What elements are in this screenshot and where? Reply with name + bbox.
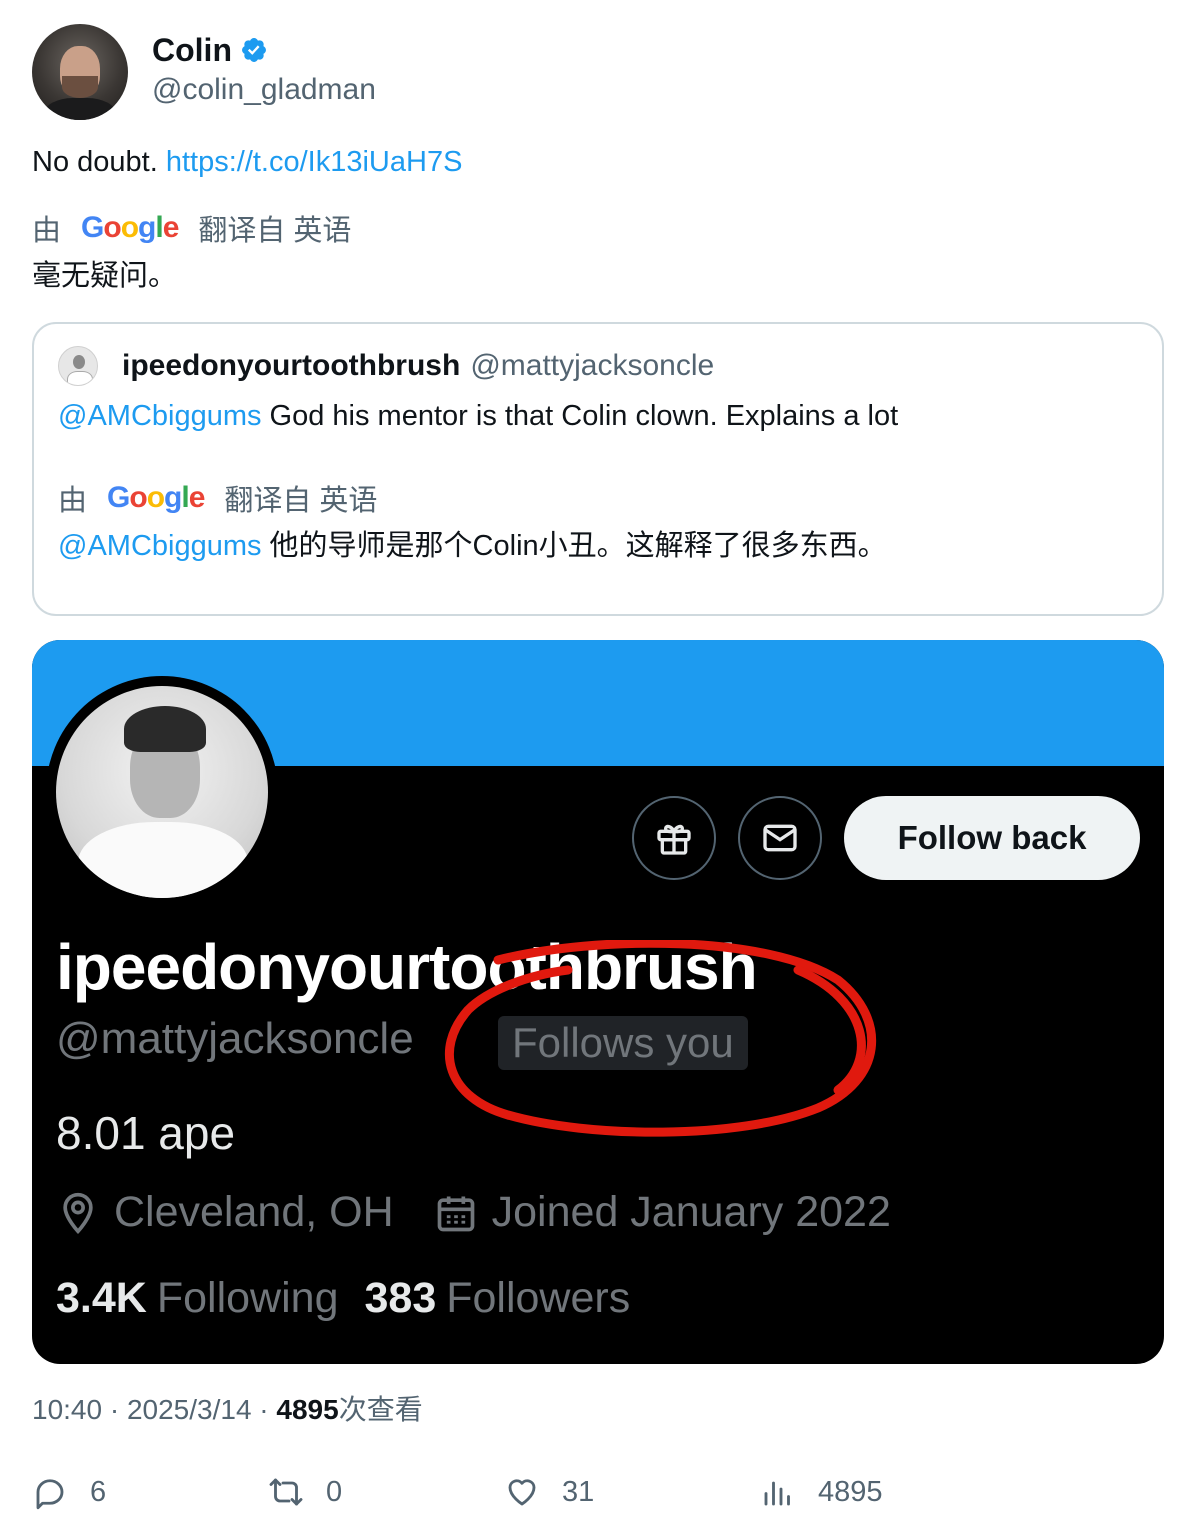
- profile-name: ipeedonyourtoothbrush: [56, 931, 758, 1003]
- location-pin-icon: [63, 1192, 93, 1234]
- bar-chart-icon: [764, 1481, 790, 1506]
- gift-button: [632, 796, 716, 880]
- profile-stats: 3.4K Following 383 Followers: [56, 1274, 656, 1323]
- profile-handle: @mattyjacksoncle: [56, 1014, 414, 1063]
- profile-location: Cleveland, OH: [56, 1188, 394, 1237]
- joined-text: Joined January 2022: [491, 1188, 891, 1236]
- like-button[interactable]: 31: [504, 1474, 594, 1510]
- attached-image[interactable]: Follow back ipeedonyourtoothbrush @matty…: [32, 640, 1164, 1364]
- view-count: 4895: [276, 1394, 339, 1425]
- calendar-icon: [437, 1196, 474, 1231]
- tweet-timestamp: 10:40 · 2025/3/14 · 4895次查看: [32, 1388, 423, 1428]
- profile-avatar: [56, 686, 268, 898]
- quoted-tweet-translation: @AMCbiggums 他的导师是那个Colin小丑。这解释了很多东西。: [58, 526, 887, 566]
- view-label: 次查看: [338, 1394, 423, 1425]
- tweet-text: No doubt. https://t.co/Ik13iUaH7S: [32, 142, 462, 182]
- views-button[interactable]: 4895: [760, 1474, 883, 1510]
- quoted-translation-body: 他的导师是那个Colin小丑。这解释了很多东西。: [261, 530, 887, 562]
- reply-count: 6: [90, 1475, 107, 1508]
- envelope-icon: [763, 824, 797, 852]
- translate-from-label: 翻译自 英语: [198, 215, 352, 247]
- author-name-block: Colin @colin_gladman: [152, 32, 376, 112]
- tweet-time[interactable]: 10:40 · 2025/3/14 ·: [32, 1394, 276, 1425]
- google-logo: Google: [107, 481, 205, 514]
- retweet-count: 0: [326, 1475, 343, 1508]
- following-stat: 3.4K Following: [56, 1274, 339, 1322]
- quoted-tweet[interactable]: ipeedonyourtoothbrush @mattyjacksoncle @…: [32, 322, 1164, 616]
- google-logo: Google: [81, 211, 179, 244]
- followers-stat: 383 Followers: [364, 1274, 631, 1322]
- tweet-translation: 毫无疑问。: [32, 260, 178, 292]
- translation-attribution: 由 Google 翻译自 英语: [32, 208, 351, 248]
- action-bar: 6 0 31 4895: [32, 1474, 1132, 1518]
- translate-by-label: 由: [32, 215, 62, 247]
- heart-icon: [508, 1479, 536, 1506]
- author-handle[interactable]: @colin_gladman: [152, 68, 376, 112]
- like-count: 31: [562, 1475, 595, 1508]
- retweet-icon: [269, 1478, 303, 1506]
- quoted-text-body: God his mentor is that Colin clown. Expl…: [261, 400, 899, 432]
- location-text: Cleveland, OH: [114, 1188, 394, 1236]
- quoted-tweet-text: @AMCbiggums God his mentor is that Colin…: [58, 396, 898, 436]
- profile-meta: Cleveland, OH Joined January 2022: [56, 1188, 931, 1237]
- quoted-translation-mention-link[interactable]: @AMCbiggums: [58, 530, 262, 562]
- message-button: [738, 796, 822, 880]
- quoted-translation-attribution: 由 Google 翻译自 英语: [58, 478, 377, 518]
- verified-badge-icon: [242, 38, 266, 62]
- quoted-translate-by-label: 由: [58, 485, 88, 517]
- quoted-author-avatar: [58, 346, 98, 386]
- follow-back-button: Follow back: [844, 796, 1140, 880]
- views-count: 4895: [818, 1475, 883, 1508]
- reply-icon: [36, 1479, 64, 1510]
- quoted-translate-from-label: 翻译自 英语: [224, 485, 378, 517]
- quoted-mention-link[interactable]: @AMCbiggums: [58, 400, 262, 432]
- retweet-button[interactable]: 0: [268, 1474, 342, 1510]
- reply-button[interactable]: 6: [32, 1474, 106, 1510]
- tweet-text-body: No doubt.: [32, 146, 166, 178]
- profile-bio: 8.01 ape: [56, 1107, 236, 1159]
- gift-icon: [657, 824, 691, 855]
- author-avatar[interactable]: [32, 24, 128, 120]
- profile-joined: Joined January 2022: [434, 1188, 891, 1237]
- author-display-name[interactable]: Colin: [152, 32, 232, 68]
- quoted-author-name: ipeedonyourtoothbrush: [122, 349, 461, 382]
- tweet-header: Colin @colin_gladman: [32, 24, 376, 120]
- quoted-tweet-header: ipeedonyourtoothbrush @mattyjacksoncle: [58, 346, 714, 386]
- follows-you-badge: Follows you: [498, 1016, 748, 1070]
- tweet-link[interactable]: https://t.co/Ik13iUaH7S: [166, 146, 463, 178]
- quoted-author-handle: @mattyjacksoncle: [470, 349, 715, 382]
